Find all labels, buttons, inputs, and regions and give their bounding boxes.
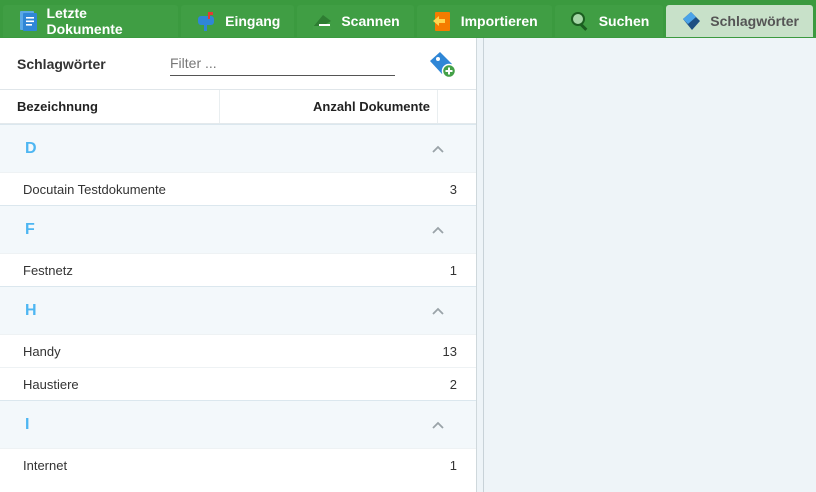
tag-document-count: 1 xyxy=(449,262,457,278)
panel-splitter[interactable] xyxy=(477,38,484,492)
tag-row[interactable]: Docutain Testdokumente 3 xyxy=(0,172,476,205)
mailbox-icon xyxy=(195,10,217,32)
tab-label: Schlagwörter xyxy=(710,13,799,29)
import-icon xyxy=(431,10,453,32)
chevron-up-icon[interactable] xyxy=(431,144,445,154)
tag-document-count: 1 xyxy=(449,457,457,473)
main-tab-bar: Letzte Dokumente Eingang Scannen Importi… xyxy=(0,0,816,38)
tag-document-count: 13 xyxy=(442,343,457,359)
tag-name: Internet xyxy=(23,457,68,473)
column-name-header[interactable]: Bezeichnung xyxy=(0,90,220,123)
tab-label: Letzte Dokumente xyxy=(46,5,123,37)
group-header-i[interactable]: I xyxy=(0,400,476,448)
panel-header: Schlagwörter xyxy=(0,38,476,90)
group-header-h[interactable]: H xyxy=(0,286,476,334)
tag-icon xyxy=(680,10,702,32)
group-letter: D xyxy=(25,139,37,157)
tag-row[interactable]: Festnetz 1 xyxy=(0,253,476,286)
chevron-up-icon[interactable] xyxy=(431,306,445,316)
chevron-up-icon[interactable] xyxy=(431,225,445,235)
tag-name: Haustiere xyxy=(23,376,79,392)
tab-letzte-dokumente[interactable]: Letzte Dokumente xyxy=(3,5,179,37)
tag-groups: D Docutain Testdokumente 3 F Festnetz 1 H Handy… xyxy=(0,124,476,481)
tab-importieren[interactable]: Importieren xyxy=(416,5,552,37)
panel-title: Schlagwörter xyxy=(17,55,106,72)
group-letter: I xyxy=(25,415,30,433)
scanner-icon xyxy=(311,10,333,32)
tab-eingang[interactable]: Eingang xyxy=(181,5,295,37)
tag-row[interactable]: Internet 1 xyxy=(0,448,476,481)
search-icon xyxy=(569,10,591,32)
tag-row[interactable]: Haustiere 2 xyxy=(0,367,476,400)
tab-label: Eingang xyxy=(225,13,281,29)
group-letter: F xyxy=(25,220,35,238)
tab-suchen[interactable]: Suchen xyxy=(554,5,664,37)
tab-label: Scannen xyxy=(341,13,400,29)
tag-row[interactable]: Handy 13 xyxy=(0,334,476,367)
tab-label: Suchen xyxy=(598,13,650,29)
column-header: Bezeichnung Anzahl Dokumente xyxy=(0,90,476,124)
tab-schlagwoerter[interactable]: Schlagwörter xyxy=(666,5,813,37)
tag-name: Festnetz xyxy=(23,262,73,278)
tag-document-count: 2 xyxy=(449,376,457,392)
add-tag-button[interactable] xyxy=(428,50,458,80)
tag-document-count: 3 xyxy=(449,181,457,197)
tag-name: Handy xyxy=(23,343,61,359)
tab-scannen[interactable]: Scannen xyxy=(297,5,414,37)
chevron-up-icon[interactable] xyxy=(431,420,445,430)
group-header-d[interactable]: D xyxy=(0,124,476,172)
tab-label: Importieren xyxy=(460,13,538,29)
document-icon xyxy=(17,10,38,32)
group-letter: H xyxy=(25,301,37,319)
group-header-f[interactable]: F xyxy=(0,205,476,253)
tag-panel: Schlagwörter Bezeichnung Anzahl Dokument… xyxy=(0,38,477,492)
column-count-header[interactable]: Anzahl Dokumente xyxy=(220,90,438,123)
filter-input[interactable] xyxy=(170,51,395,76)
add-tag-icon xyxy=(430,52,457,79)
tag-name: Docutain Testdokumente xyxy=(23,181,166,197)
